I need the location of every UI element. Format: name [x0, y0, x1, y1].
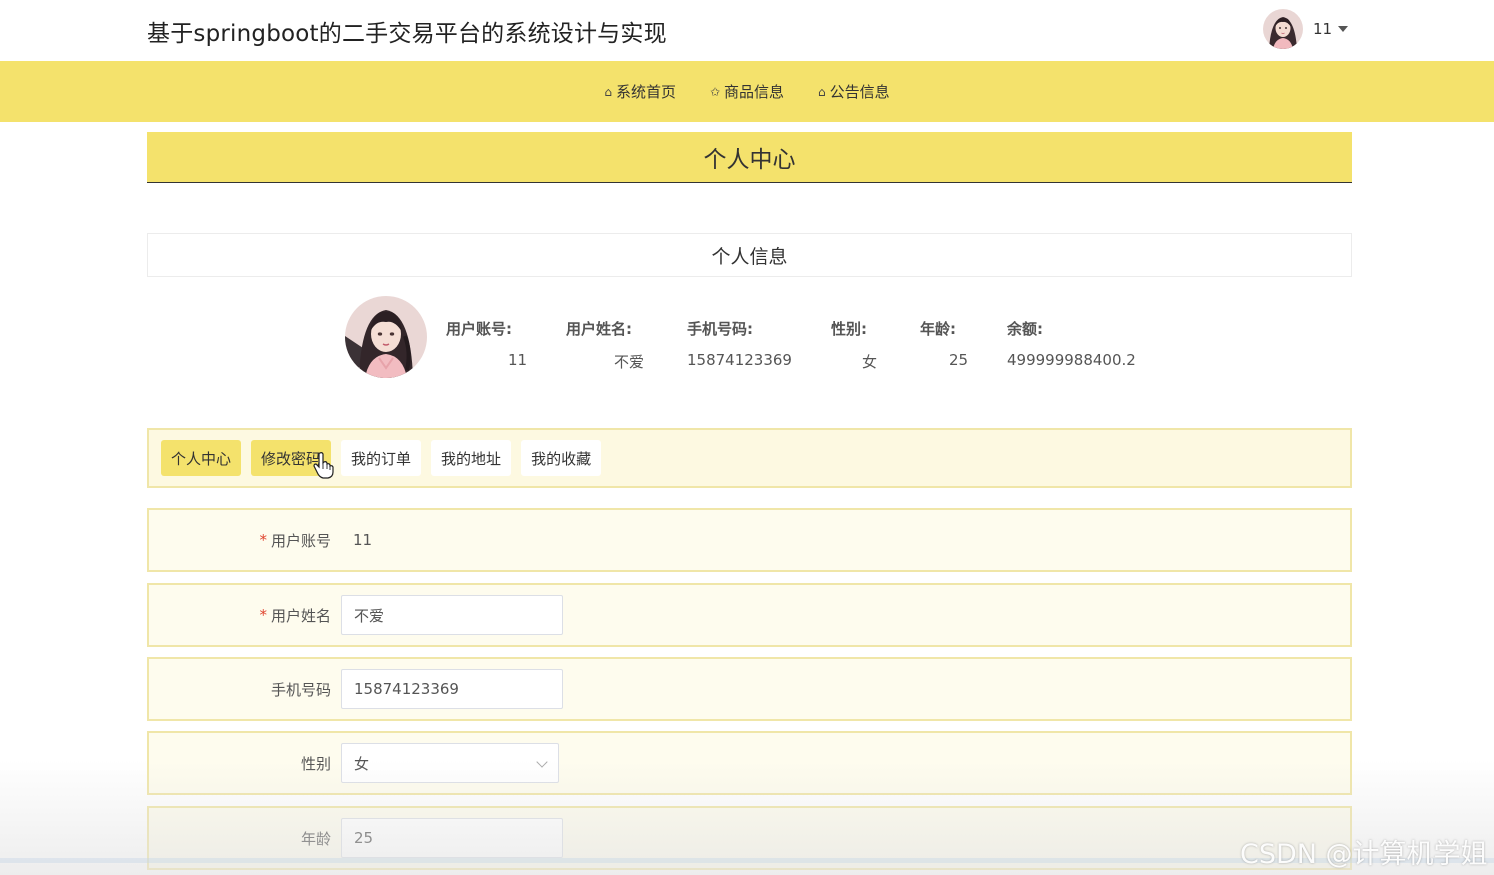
field-value: 15874123369 [687, 351, 792, 369]
profile-field-name: 用户姓名: 不爱 [566, 318, 644, 371]
form-label: * 用户账号 [149, 510, 331, 570]
profile-field-account: 用户账号: 11 [446, 318, 527, 369]
form-row-gender: 性别 女 [147, 731, 1352, 795]
top-header: 基于springboot的二手交易平台的系统设计与实现 11 [0, 0, 1494, 61]
name-input[interactable] [341, 595, 563, 635]
star-icon: ✩ [709, 84, 721, 99]
form-row-account: * 用户账号 11 [147, 508, 1352, 572]
field-label: 用户账号: [446, 320, 512, 338]
caret-down-icon[interactable] [1338, 26, 1349, 32]
user-menu[interactable]: 11 [1263, 8, 1349, 50]
profile-summary: 用户账号: 11 用户姓名: 不爱 手机号码: 15874123369 性别: … [345, 296, 1165, 378]
field-label: 余额: [1007, 320, 1043, 338]
field-label: 用户姓名: [566, 320, 632, 338]
profile-avatar [345, 296, 427, 378]
tab-my-favorites[interactable]: 我的收藏 [521, 440, 602, 476]
form-row-name: * 用户姓名 [147, 583, 1352, 647]
profile-field-phone: 手机号码: 15874123369 [687, 318, 792, 369]
info-card-title: 个人信息 [147, 233, 1352, 277]
form-label-text: 性别 [300, 754, 331, 773]
nav-item-products[interactable]: ✩ 商品信息 [710, 81, 784, 102]
form-label-text: 用户账号 [270, 531, 331, 550]
tab-my-orders[interactable]: 我的订单 [341, 440, 422, 476]
age-input[interactable] [341, 818, 563, 858]
field-value: 11 [508, 351, 528, 369]
field-value: 女 [862, 353, 878, 371]
nav-item-home[interactable]: ⌂ 系统首页 [604, 81, 676, 102]
hand-cursor-icon [313, 452, 334, 479]
user-avatar[interactable] [1263, 9, 1303, 49]
field-label: 手机号码: [687, 320, 753, 338]
tab-personal-center[interactable]: 个人中心 [161, 440, 242, 476]
nav-item-label: 商品信息 [724, 83, 785, 101]
form-label-text: 手机号码 [270, 680, 331, 699]
required-mark: * [259, 606, 267, 624]
gender-select-value: 女 [354, 754, 370, 773]
profile-field-gender: 性别: 女 [831, 318, 877, 371]
profile-field-balance: 余额: 499999988400.2 [1007, 318, 1136, 369]
form-label-text: 用户姓名 [270, 606, 331, 625]
form-label: * 用户姓名 [149, 585, 331, 645]
bag-icon: ⌂ [818, 84, 826, 99]
nav-item-label: 公告信息 [829, 83, 890, 101]
site-title: 基于springboot的二手交易平台的系统设计与实现 [147, 21, 667, 47]
profile-field-age: 年龄: 25 [920, 318, 968, 369]
chevron-down-icon [536, 756, 548, 768]
tab-my-address[interactable]: 我的地址 [431, 440, 512, 476]
gender-select[interactable]: 女 [341, 743, 559, 783]
main-nav: ⌂ 系统首页 ✩ 商品信息 ⌂ 公告信息 [0, 61, 1494, 122]
field-label: 年龄: [920, 320, 956, 338]
user-name[interactable]: 11 [1313, 20, 1332, 38]
form-label-text: 年龄 [300, 829, 331, 848]
form-row-phone: 手机号码 [147, 657, 1352, 721]
field-value: 不爱 [614, 353, 645, 371]
phone-input[interactable] [341, 669, 563, 709]
field-value: 499999988400.2 [1007, 351, 1136, 369]
watermark: CSDN @计算机学姐 [1240, 839, 1488, 870]
page-title: 个人中心 [147, 132, 1352, 183]
nav-item-label: 系统首页 [615, 83, 676, 101]
form-label: 手机号码 [149, 659, 331, 719]
required-mark: * [259, 531, 267, 549]
field-value: 25 [949, 351, 969, 369]
nav-item-notices[interactable]: ⌂ 公告信息 [818, 81, 890, 102]
form-label: 性别 [149, 733, 331, 793]
field-label: 性别: [831, 320, 867, 338]
home-icon: ⌂ [604, 84, 612, 99]
account-value: 11 [353, 531, 373, 549]
